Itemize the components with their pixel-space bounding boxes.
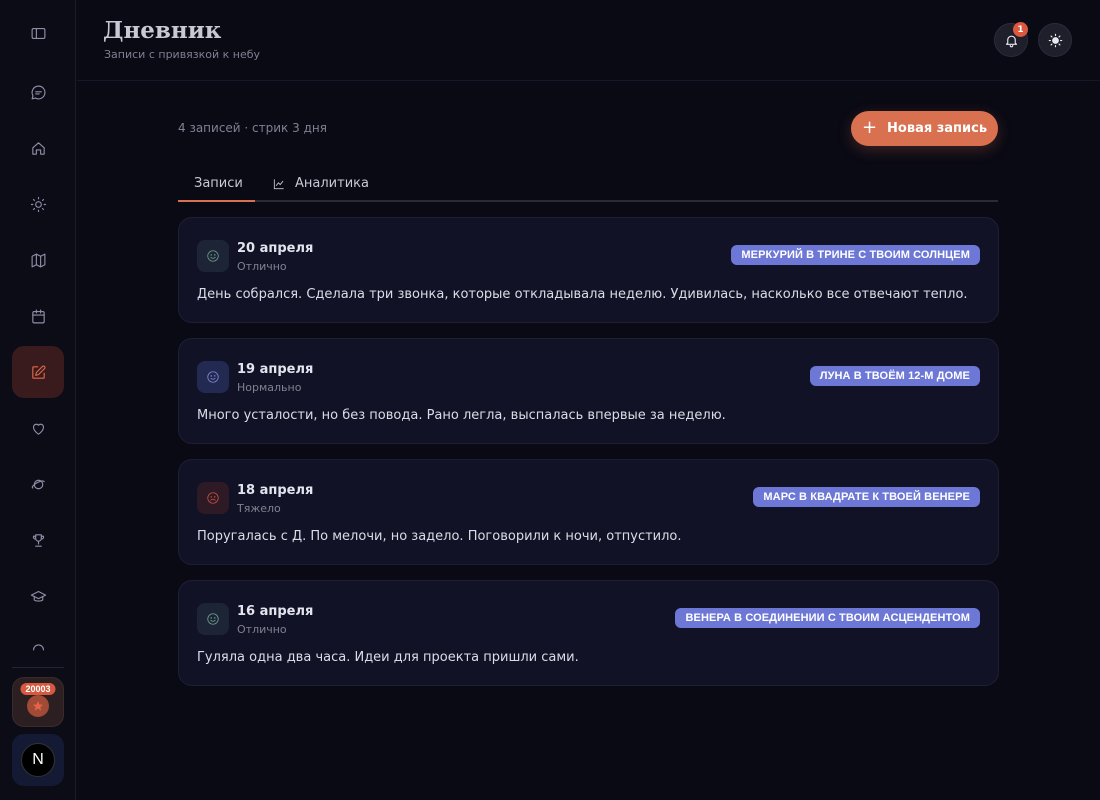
entries-summary: 4 записей · стрик 3 дня [178, 121, 327, 135]
edit-icon [31, 364, 46, 379]
heart-icon [32, 423, 44, 435]
sidebar-item-calendar[interactable] [12, 290, 64, 342]
chat-icon [31, 85, 45, 99]
tab-analytics[interactable]: Аналитика [272, 176, 369, 191]
sun-icon [30, 196, 46, 212]
entry-text: Гуляла одна два часа. Идеи для проекта п… [197, 650, 579, 665]
tabs: Записи Аналитика [178, 166, 998, 202]
transit-tag: ЛУНА В ТВОЁМ 12-М ДОМЕ [809, 366, 980, 386]
sidebar-item-diary[interactable] [12, 346, 64, 398]
trophy-icon [32, 533, 44, 547]
entry-card[interactable]: 16 апреля Отлично ВЕНЕРА В СОЕДИНЕНИИ С … [178, 580, 999, 686]
transit-tag: ВЕНЕРА В СОЕДИНЕНИИ С ТВОИМ АСЦЕНДЕНТОМ [675, 608, 980, 628]
points-button[interactable]: 20003 [12, 677, 64, 727]
graduation-cap-icon [30, 590, 46, 602]
sun-icon [1048, 33, 1062, 47]
page-title: Дневник [103, 17, 222, 44]
entry-text: День собрался. Сделала три звонка, котор… [197, 287, 968, 302]
entry-mood: Отлично [237, 260, 287, 273]
home-icon [31, 141, 45, 155]
entry-text: Много усталости, но без повода. Рано лег… [197, 408, 726, 423]
entry-mood: Нормально [237, 381, 302, 394]
map-icon [31, 253, 45, 267]
notifications-button[interactable]: 1 [994, 22, 1028, 57]
entry-card[interactable]: 20 апреля Отлично МЕРКУРИЙ В ТРИНЕ С ТВО… [178, 217, 999, 323]
planet-icon [31, 479, 45, 489]
notification-badge: 1 [1013, 22, 1028, 37]
tab-entries[interactable]: Записи [194, 176, 243, 191]
active-tab-indicator [178, 200, 255, 202]
points-count: 20003 [20, 683, 56, 695]
mood-good-icon [197, 603, 229, 635]
mood-good-icon [197, 240, 229, 272]
panel-toggle-icon [31, 27, 45, 39]
sidebar-item-sun[interactable] [12, 178, 64, 230]
sidebar-item-learning[interactable] [12, 570, 64, 622]
sidebar-item-more[interactable] [12, 626, 64, 656]
transit-tag: МЕРКУРИЙ В ТРИНЕ С ТВОИМ СОЛНЦЕМ [731, 245, 980, 265]
header: Дневник Записи с привязкой к небу 1 [77, 0, 1100, 81]
entry-text: Поругалась с Д. По мелочи, но задело. По… [197, 529, 682, 544]
entry-card[interactable]: 18 апреля Тяжело МАРС В КВАДРАТЕ К ТВОЕЙ… [178, 459, 999, 565]
tab-label: Аналитика [295, 176, 369, 191]
page-subtitle: Записи с привязкой к небу [104, 48, 261, 61]
entry-date: 20 апреля [237, 241, 314, 256]
chart-icon [273, 178, 284, 189]
entry-mood: Тяжело [237, 502, 281, 515]
sidebar-item-favorites[interactable] [12, 402, 64, 454]
arc-icon [32, 644, 44, 651]
sidebar-item-achievements[interactable] [12, 514, 64, 566]
transit-tag: МАРС В КВАДРАТЕ К ТВОЕЙ ВЕНЕРЕ [753, 487, 980, 507]
mood-neutral-icon [197, 361, 229, 393]
plus-icon: + [861, 116, 878, 138]
sidebar-item-planets[interactable] [12, 458, 64, 510]
entry-date: 18 апреля [237, 483, 314, 498]
sidebar-item-chat[interactable] [12, 66, 64, 118]
tab-label: Записи [194, 176, 243, 191]
sidebar-toggle-button[interactable] [12, 7, 64, 59]
entry-date: 16 апреля [237, 604, 314, 619]
sidebar-divider [12, 667, 64, 668]
mood-sad-icon [197, 482, 229, 514]
theme-toggle-button[interactable] [1038, 23, 1072, 57]
entry-date: 19 апреля [237, 362, 314, 377]
star-icon [27, 695, 49, 717]
sidebar-item-home[interactable] [12, 122, 64, 174]
entries-list: 20 апреля Отлично МЕРКУРИЙ В ТРИНЕ С ТВО… [178, 217, 999, 701]
new-entry-label: Новая запись [887, 121, 988, 136]
entry-mood: Отлично [237, 623, 287, 636]
entry-card[interactable]: 19 апреля Нормально ЛУНА В ТВОЁМ 12-М ДО… [178, 338, 999, 444]
user-avatar-button[interactable]: N [12, 734, 64, 786]
new-entry-button[interactable]: + Новая запись [851, 111, 998, 146]
avatar: N [21, 743, 55, 777]
sidebar-item-map[interactable] [12, 234, 64, 286]
sidebar: 20003 N [0, 0, 76, 800]
calendar-icon [31, 309, 45, 323]
